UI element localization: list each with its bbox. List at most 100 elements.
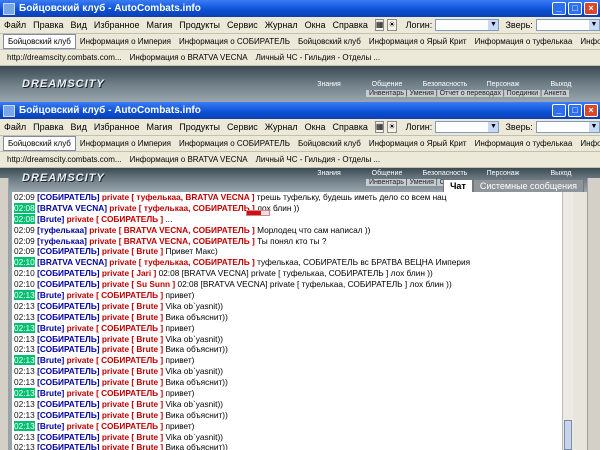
toolbar-icon[interactable]: ▦ (374, 19, 385, 31)
chat-private-recipients[interactable]: private [ Brute ] (100, 334, 163, 344)
chevron-down-icon[interactable]: ▼ (588, 20, 599, 30)
login-select[interactable]: ▼ (435, 121, 500, 133)
chat-private-recipients[interactable]: private [ Brute ] (100, 366, 163, 376)
title-bar[interactable]: Бойцовский клуб - AutoCombats.info _ □ × (0, 0, 600, 17)
chat-private-recipients[interactable]: private [ СОБИРАТЕЛЬ ] (64, 214, 164, 224)
tab-info-tufelkaa[interactable]: Информация о туфелькаа (471, 137, 577, 150)
menu-magic[interactable]: Магия (146, 20, 172, 30)
menu-help[interactable]: Справка (333, 20, 368, 30)
chat-time[interactable]: 02:13 (14, 432, 35, 442)
maximize-button[interactable]: □ (568, 2, 582, 15)
chat-author[interactable]: [СОБИРАТЕЛЬ] (37, 334, 99, 344)
chat-author[interactable]: [СОБИРАТЕЛЬ] (37, 246, 99, 256)
chat-private-recipients[interactable]: private [ BRATVA VECNA, СОБИРАТЕЛЬ ] (87, 236, 255, 246)
menu-products[interactable]: Продукты (179, 122, 220, 132)
tab-personal-list[interactable]: Личный ЧС - Гильдия - Отделы ... (252, 51, 385, 64)
menu-favorites[interactable]: Избранное (94, 122, 140, 132)
tab-info-bratva[interactable]: Информация о BRATVA VECNA (126, 153, 252, 166)
login-select[interactable]: ▼ (435, 19, 500, 31)
chevron-down-icon[interactable]: ▼ (488, 20, 499, 30)
nav-communication[interactable]: Общение (358, 170, 416, 177)
chat-time[interactable]: 02:13 (14, 301, 35, 311)
chat-author[interactable]: [Brute] (37, 388, 64, 398)
chat-private-recipients[interactable]: private [ Brute ] (100, 399, 163, 409)
tab-dreamscity-url[interactable]: http://dreamscity.combats.com... (3, 51, 126, 64)
chat-private-recipients[interactable]: private [ Brute ] (100, 410, 163, 420)
chevron-down-icon[interactable]: ▼ (588, 122, 599, 132)
chat-author[interactable]: [Brute] (37, 290, 64, 300)
chat-time[interactable]: 02:13 (14, 420, 35, 431)
chat-time[interactable]: 02:13 (14, 355, 35, 366)
chevron-down-icon[interactable]: ▼ (488, 122, 499, 132)
site-subnav[interactable]: Инвентарь | Умения | Отчет о переводах |… (366, 90, 570, 97)
maximize-button[interactable]: □ (568, 104, 582, 117)
tab-info-empire[interactable]: Информация о Империя (76, 137, 175, 150)
tab-info-torka[interactable]: Информация о торка (576, 35, 600, 48)
chat-scrollbar[interactable] (562, 192, 573, 450)
tab-info-sobiratel[interactable]: Информация о СОБИРАТЕЛЬ (175, 137, 294, 150)
chat-private-recipients[interactable]: private [ Brute ] (100, 377, 163, 387)
menu-file[interactable]: Файл (4, 122, 26, 132)
chat-author[interactable]: [BRATVA VECNA] (37, 257, 107, 267)
chat-author[interactable]: [СОБИРАТЕЛЬ] (37, 442, 99, 450)
chat-author[interactable]: [СОБИРАТЕЛЬ] (37, 366, 99, 376)
menu-edit[interactable]: Правка (33, 20, 63, 30)
minimize-button[interactable]: _ (552, 104, 566, 117)
chat-time[interactable]: 02:13 (14, 410, 35, 420)
menu-windows[interactable]: Окна (305, 122, 326, 132)
chat-time[interactable]: 02:09 (14, 236, 35, 246)
chat-time[interactable]: 02:10 (14, 279, 35, 289)
nav-exit[interactable]: Выход (532, 170, 590, 177)
chat-time[interactable]: 02:10 (14, 257, 35, 268)
nav-character[interactable]: Персонаж (474, 170, 532, 177)
tab-info-bratva[interactable]: Информация о BRATVA VECNA (126, 51, 252, 64)
chat-time[interactable]: 02:08 (14, 213, 35, 224)
nav-knowledge[interactable]: Знания (300, 170, 358, 177)
chat-time[interactable]: 02:10 (14, 268, 35, 278)
chat-private-recipients[interactable]: private [ СОБИРАТЕЛЬ ] (64, 388, 164, 398)
tab-club[interactable]: Бойцовский клуб (3, 136, 76, 151)
tab-club[interactable]: Бойцовский клуб (3, 34, 76, 49)
beast-select[interactable]: ▼ (535, 121, 600, 133)
chat-author[interactable]: [Brute] (37, 421, 64, 431)
chat-author[interactable]: [BRATVA VECNA] (37, 203, 107, 213)
menu-journal[interactable]: Журнал (265, 122, 298, 132)
title-bar[interactable]: Бойцовский клуб - AutoCombats.info _ □ × (0, 102, 600, 119)
tab-chat[interactable]: Чат (443, 179, 473, 192)
nav-communication[interactable]: Общение (358, 81, 416, 88)
chat-private-recipients[interactable]: private [ туфелькаа, СОБИРАТЕЛЬ ] (107, 203, 255, 213)
chat-private-recipients[interactable]: private [ СОБИРАТЕЛЬ ] (64, 355, 164, 365)
nav-character[interactable]: Персонаж (474, 81, 532, 88)
chat-private-recipients[interactable]: private [ Brute ] (100, 301, 163, 311)
tab-info-torka[interactable]: Информация о торка (576, 137, 600, 150)
minimize-button[interactable]: _ (552, 2, 566, 15)
tab-info-sobiratel[interactable]: Информация о СОБИРАТЕЛЬ (175, 35, 294, 48)
menu-products[interactable]: Продукты (179, 20, 220, 30)
chat-time[interactable]: 02:13 (14, 312, 35, 322)
chat-private-recipients[interactable]: private [ СОБИРАТЕЛЬ ] (64, 323, 164, 333)
chat-author[interactable]: [Brute] (37, 355, 64, 365)
nav-knowledge[interactable]: Знания (300, 81, 358, 88)
chat-time[interactable]: 02:13 (14, 366, 35, 376)
chat-author[interactable]: [Brute] (37, 323, 64, 333)
chat-private-recipients[interactable]: private [ BRATVA VECNA, СОБИРАТЕЛЬ ] (87, 225, 255, 235)
tab-club-2[interactable]: Бойцовский клуб (294, 35, 365, 48)
chat-author[interactable]: [СОБИРАТЕЛЬ] (37, 279, 99, 289)
chat-time[interactable]: 02:13 (14, 334, 35, 344)
tab-dreamscity-url[interactable]: http://dreamscity.combats.com... (3, 153, 126, 166)
sun-icon[interactable]: ☀ (387, 121, 397, 133)
close-button[interactable]: × (584, 104, 598, 117)
chat-time[interactable]: 02:09 (14, 225, 35, 235)
chat-author[interactable]: [туфелькаа] (37, 236, 87, 246)
chat-private-recipients[interactable]: private [ Brute ] (100, 246, 163, 256)
chat-time[interactable]: 02:13 (14, 442, 35, 450)
chat-time[interactable]: 02:13 (14, 322, 35, 333)
menu-windows[interactable]: Окна (305, 20, 326, 30)
tab-info-yaryi-krit[interactable]: Информация о Ярый Крит (365, 35, 471, 48)
tab-club-2[interactable]: Бойцовский клуб (294, 137, 365, 150)
nav-exit[interactable]: Выход (532, 81, 590, 88)
tab-personal-list[interactable]: Личный ЧС - Гильдия - Отделы ... (252, 153, 385, 166)
chat-author[interactable]: [СОБИРАТЕЛЬ] (37, 344, 99, 354)
chat-author[interactable]: [СОБИРАТЕЛЬ] (37, 432, 99, 442)
chat-author[interactable]: [СОБИРАТЕЛЬ] (37, 399, 99, 409)
